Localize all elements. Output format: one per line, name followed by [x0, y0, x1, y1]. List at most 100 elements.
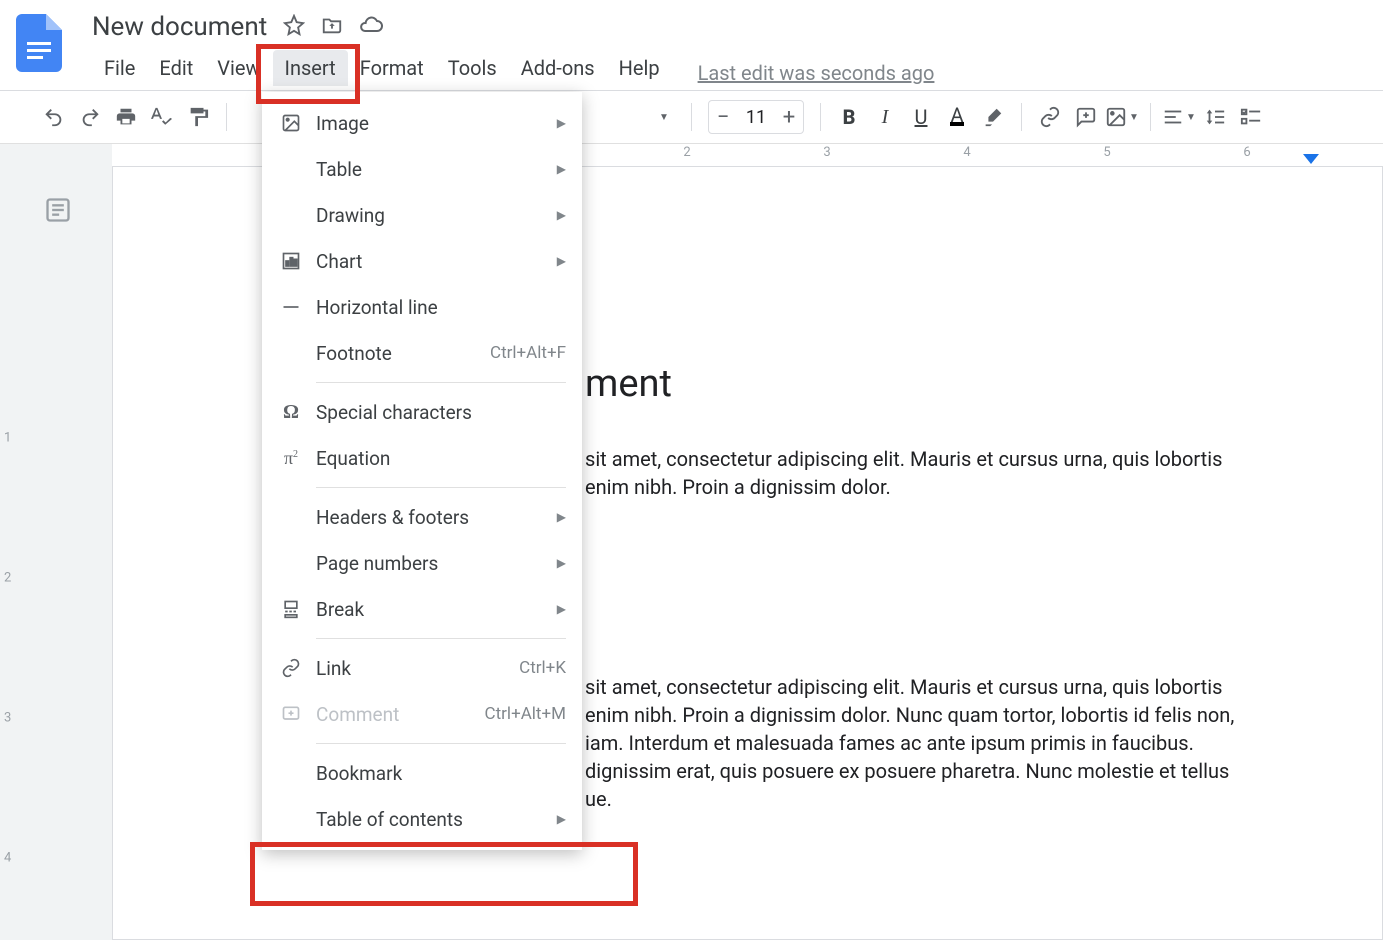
doc-heading-peek: ment: [585, 362, 672, 406]
toolbar-separator: [691, 103, 692, 131]
insert-footnote[interactable]: FootnoteCtrl+Alt+F: [262, 330, 582, 376]
toolbar: ▼ − 11 + B I U A ▼ ▼: [0, 91, 1383, 144]
align-button[interactable]: ▼: [1161, 99, 1197, 135]
comment-icon: [276, 704, 306, 724]
font-size-value[interactable]: 11: [737, 107, 775, 128]
submenu-arrow-icon: ▶: [557, 602, 566, 616]
text-color-button[interactable]: A: [939, 99, 975, 135]
menu-shortcut: Ctrl+K: [519, 658, 566, 678]
last-edit-link[interactable]: Last edit was seconds ago: [698, 61, 935, 85]
link-icon: [276, 658, 306, 678]
cloud-status-icon[interactable]: [359, 13, 383, 41]
insert-break[interactable]: Break ▶: [262, 586, 582, 632]
insert-link[interactable]: LinkCtrl+K: [262, 645, 582, 691]
menu-insert[interactable]: Insert: [273, 50, 348, 86]
toolbar-separator: [820, 103, 821, 131]
paint-format-button[interactable]: [180, 99, 216, 135]
document-title[interactable]: New document: [92, 12, 267, 42]
vruler-num: 3: [4, 711, 11, 726]
line-spacing-button[interactable]: [1197, 99, 1233, 135]
docs-logo[interactable]: [16, 14, 62, 72]
insert-equation[interactable]: π2Equation: [262, 435, 582, 481]
menu-item-label: Table: [316, 158, 551, 181]
submenu-arrow-icon: ▶: [557, 116, 566, 130]
menu-item-label: Footnote: [316, 342, 490, 365]
outline-toggle-icon[interactable]: [44, 196, 72, 228]
menu-edit[interactable]: Edit: [147, 50, 205, 86]
hr-icon: [276, 297, 306, 317]
vruler-num: 1: [4, 431, 11, 446]
insert-page-numbers[interactable]: Page numbers▶: [262, 540, 582, 586]
menu-shortcut: Ctrl+Alt+F: [490, 343, 566, 363]
insert-table[interactable]: Table▶: [262, 146, 582, 192]
vruler-num: 2: [4, 571, 11, 586]
hruler-num: 5: [1103, 145, 1110, 160]
doc-text-line: sit amet, consectetur adipiscing elit. M…: [585, 675, 1222, 699]
hruler-num: 4: [963, 145, 970, 160]
menu-divider: [316, 743, 566, 744]
add-comment-button[interactable]: [1068, 99, 1104, 135]
menu-addons[interactable]: Add-ons: [509, 50, 607, 86]
font-dropdown[interactable]: ▼: [645, 99, 681, 135]
bold-button[interactable]: B: [831, 99, 867, 135]
insert-image[interactable]: Image ▶: [262, 100, 582, 146]
app-header: New document File Edit View Insert Forma…: [0, 0, 1383, 91]
menu-help[interactable]: Help: [607, 50, 672, 86]
insert-image-button[interactable]: ▼: [1104, 99, 1140, 135]
doc-text-line: enim nibh. Proin a dignissim dolor. Nunc…: [585, 703, 1234, 727]
menu-item-label: Table of contents: [316, 808, 551, 831]
checklist-button[interactable]: [1233, 99, 1269, 135]
undo-button[interactable]: [36, 99, 72, 135]
insert-comment: CommentCtrl+Alt+M: [262, 691, 582, 737]
insert-horizontal-line[interactable]: Horizontal line: [262, 284, 582, 330]
menu-view[interactable]: View: [205, 50, 272, 86]
print-button[interactable]: [108, 99, 144, 135]
insert-link-button[interactable]: [1032, 99, 1068, 135]
workspace: 1 2 3 4 2 3 4 5 6 ment sit amet, consect…: [0, 144, 1383, 940]
star-icon[interactable]: [283, 14, 305, 40]
insert-menu-dropdown: Image▶Table▶Drawing▶Chart▶Horizontal lin…: [262, 92, 582, 850]
menu-item-label: Drawing: [316, 204, 551, 227]
hruler-num: 6: [1243, 145, 1250, 160]
redo-button[interactable]: [72, 99, 108, 135]
menu-item-label: Break: [316, 598, 551, 621]
insert-drawing[interactable]: Drawing▶: [262, 192, 582, 238]
underline-button[interactable]: U: [903, 99, 939, 135]
menu-item-label: Comment: [316, 703, 485, 726]
move-icon[interactable]: [321, 14, 343, 40]
submenu-arrow-icon: ▶: [557, 556, 566, 570]
chart-icon: [276, 251, 306, 271]
italic-button[interactable]: I: [867, 99, 903, 135]
menu-tools[interactable]: Tools: [436, 50, 509, 86]
insert-special-characters[interactable]: ΩSpecial characters: [262, 389, 582, 435]
insert-table-of-contents[interactable]: Table of contents ▶: [262, 796, 582, 842]
font-size-decrease[interactable]: −: [709, 105, 737, 130]
toolbar-separator: [226, 103, 227, 131]
right-margin-marker[interactable]: [1303, 154, 1319, 164]
menu-divider: [316, 487, 566, 488]
spellcheck-button[interactable]: [144, 99, 180, 135]
menu-item-label: Link: [316, 657, 519, 680]
toolbar-separator: [1021, 103, 1022, 131]
insert-bookmark[interactable]: Bookmark: [262, 750, 582, 796]
menu-item-label: Headers & footers: [316, 506, 551, 529]
doc-text-line: iam. Interdum et malesuada fames ac ante…: [585, 731, 1194, 755]
insert-headers-footers[interactable]: Headers & footers▶: [262, 494, 582, 540]
submenu-arrow-icon: ▶: [557, 254, 566, 268]
submenu-arrow-icon: ▶: [557, 812, 566, 826]
highlight-button[interactable]: [975, 99, 1011, 135]
menu-divider: [316, 638, 566, 639]
doc-text-line: dignissim erat, quis posuere ex posuere …: [585, 759, 1229, 783]
menu-file[interactable]: File: [92, 50, 147, 86]
font-size-control[interactable]: − 11 +: [708, 100, 804, 134]
doc-text-line: enim nibh. Proin a dignissim dolor.: [585, 475, 891, 499]
menu-item-label: Image: [316, 112, 551, 135]
vruler-num: 4: [4, 851, 11, 866]
menu-item-label: Chart: [316, 250, 551, 273]
menu-format[interactable]: Format: [348, 50, 436, 86]
insert-chart[interactable]: Chart ▶: [262, 238, 582, 284]
font-size-increase[interactable]: +: [775, 105, 803, 130]
hruler-num: 2: [683, 145, 690, 160]
image-icon: [276, 113, 306, 133]
menu-item-label: Horizontal line: [316, 296, 566, 319]
